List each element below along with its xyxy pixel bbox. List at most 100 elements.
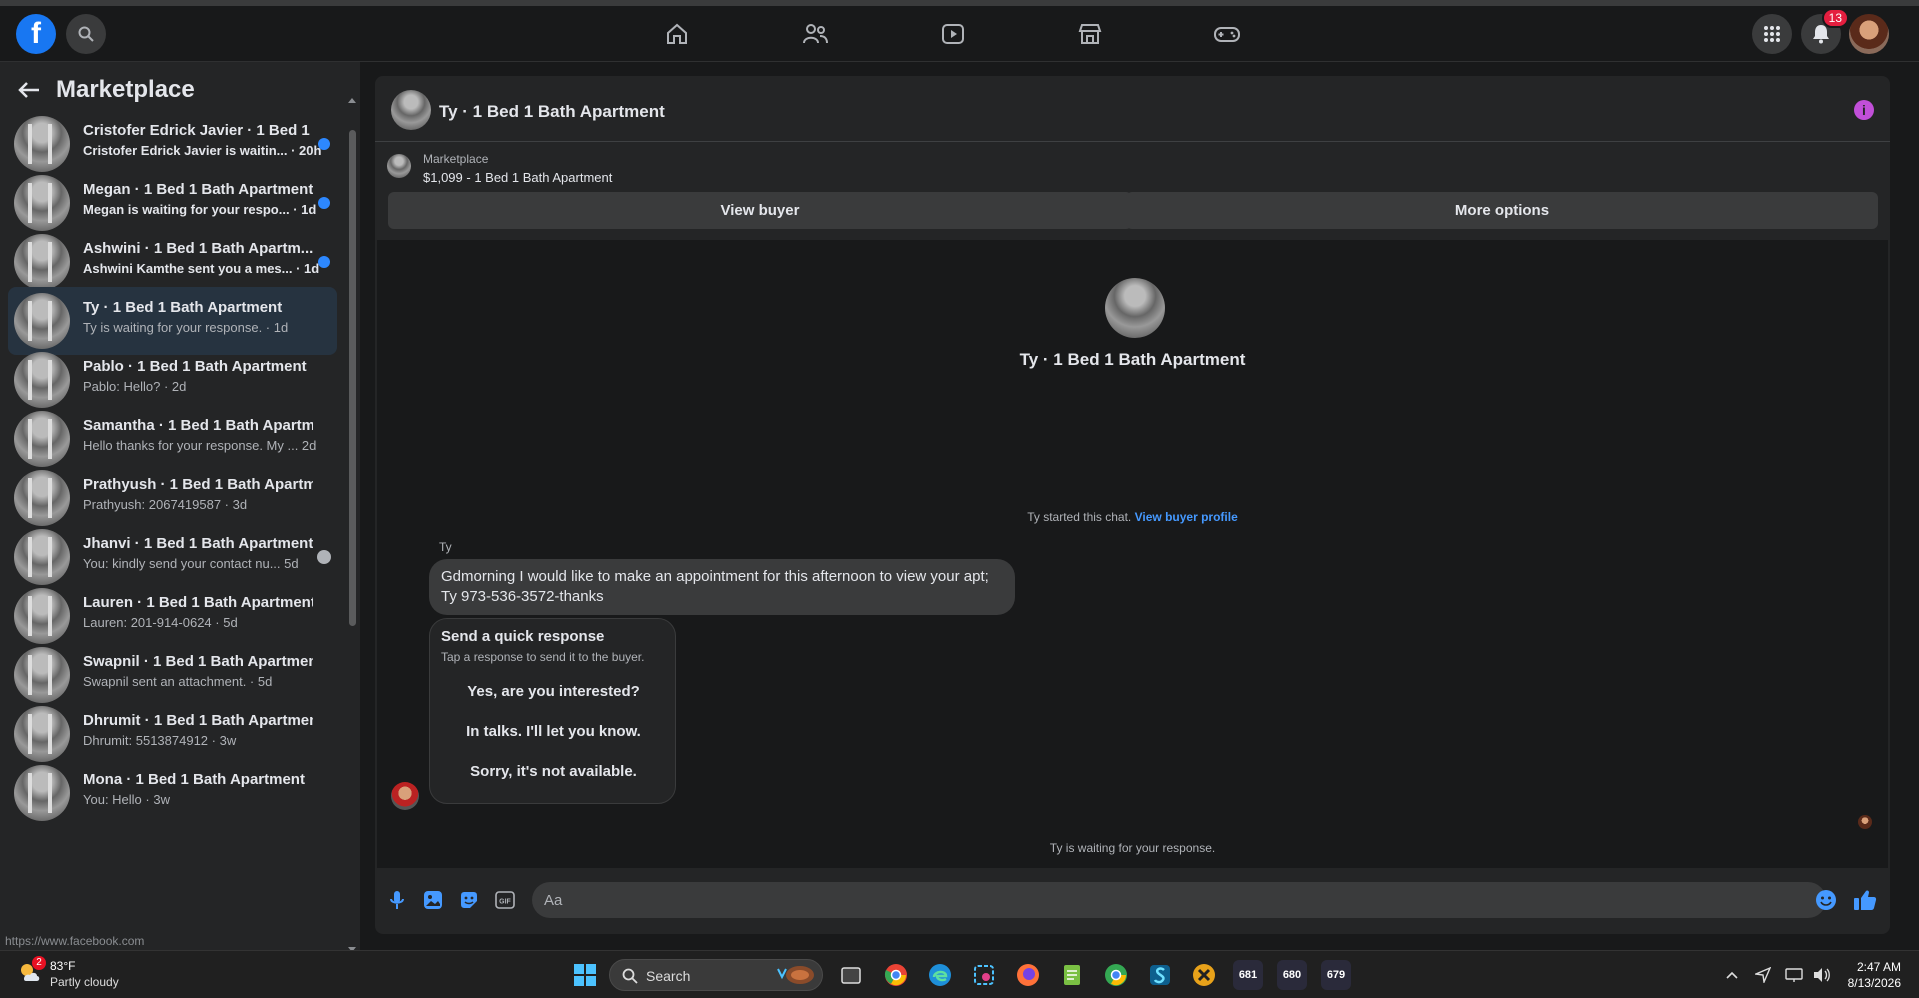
account-avatar[interactable] bbox=[1849, 14, 1889, 54]
conversation-item-active[interactable]: Ty · 1 Bed 1 Bath Apartment Ty is waitin… bbox=[8, 287, 337, 355]
nav-home[interactable] bbox=[622, 10, 732, 58]
listing-thumbnail bbox=[14, 706, 70, 762]
conversation-item[interactable]: Pablo · 1 Bed 1 Bath Apartment Pablo: He… bbox=[8, 346, 337, 414]
quick-response-option[interactable]: Yes, are you interested? bbox=[430, 683, 677, 700]
s-app-icon bbox=[1150, 965, 1170, 985]
home-icon bbox=[667, 23, 687, 44]
taskbar-app-x[interactable] bbox=[1189, 960, 1219, 990]
speaker-icon bbox=[1814, 968, 1830, 982]
taskbar-firefox[interactable] bbox=[1013, 960, 1043, 990]
sticker-icon bbox=[461, 892, 477, 908]
taskbar-notepad[interactable] bbox=[1057, 960, 1087, 990]
sidebar-scroll-thumb[interactable] bbox=[349, 130, 356, 626]
taskbar-task-view[interactable] bbox=[836, 960, 866, 990]
voice-clip-button[interactable] bbox=[385, 888, 409, 912]
sidebar-title: Marketplace bbox=[56, 76, 195, 103]
listing-mini-thumbnail[interactable] bbox=[387, 154, 411, 178]
more-options-button[interactable]: More options bbox=[1126, 192, 1878, 229]
chat-title[interactable]: Ty · 1 Bed 1 Bath Apartment bbox=[439, 102, 665, 122]
waiting-status: Ty is waiting for your response. bbox=[1049, 841, 1216, 855]
conversation-preview: Ashwini Kamthe sent you a mes... · 1d bbox=[83, 261, 320, 276]
gif-button[interactable]: GIF bbox=[493, 888, 517, 912]
chat-panel: Ty · 1 Bed 1 Bath Apartment i Marketplac… bbox=[375, 76, 1890, 934]
quick-response-card: Send a quick response Tap a response to … bbox=[429, 618, 676, 804]
notifications-button[interactable]: 13 bbox=[1801, 8, 1849, 54]
show-hidden-icons[interactable] bbox=[1722, 965, 1742, 985]
conversation-name: Ashwini · 1 Bed 1 Bath Apartm... bbox=[83, 240, 313, 257]
conversation-item[interactable]: Prathyush · 1 Bed 1 Bath Apartm... Prath… bbox=[8, 464, 337, 532]
conversation-item[interactable]: Mona · 1 Bed 1 Bath Apartment You: Hello… bbox=[8, 759, 337, 827]
taskbar-search[interactable]: Search bbox=[609, 959, 823, 991]
friends-icon bbox=[803, 24, 828, 44]
attach-photo-button[interactable] bbox=[421, 888, 445, 912]
taskbar-chrome[interactable] bbox=[881, 960, 911, 990]
app-badge-label: 679 bbox=[1326, 969, 1346, 981]
message-line: Ty 973-536-3572-thanks bbox=[441, 588, 604, 605]
listing-thumbnail bbox=[14, 647, 70, 703]
menu-button[interactable] bbox=[1752, 14, 1792, 54]
message-line: Gdmorning I would like to make an appoin… bbox=[441, 568, 989, 585]
conversation-preview: Lauren: 201-914-0624 · 5d bbox=[83, 615, 238, 630]
quick-response-option[interactable]: In talks. I'll let you know. bbox=[430, 723, 677, 740]
location-tray[interactable] bbox=[1753, 965, 1773, 985]
started-text: Ty started this chat. bbox=[1027, 510, 1132, 524]
volume-tray[interactable] bbox=[1812, 965, 1832, 985]
taskbar-snipping-tool[interactable] bbox=[969, 960, 999, 990]
taskbar-app-679[interactable]: 679 bbox=[1321, 960, 1351, 990]
nav-gaming[interactable] bbox=[1172, 10, 1282, 58]
start-button[interactable] bbox=[570, 960, 600, 990]
svg-text:GIF: GIF bbox=[499, 899, 511, 906]
taskbar-app-680[interactable]: 680 bbox=[1277, 960, 1307, 990]
nav-marketplace[interactable] bbox=[1035, 10, 1145, 58]
scroll-up-arrow-icon[interactable] bbox=[347, 96, 357, 104]
facebook-logo[interactable]: f bbox=[16, 14, 56, 54]
conversation-item[interactable]: Lauren · 1 Bed 1 Bath Apartment Lauren: … bbox=[8, 582, 337, 650]
chat-header: Ty · 1 Bed 1 Bath Apartment i bbox=[375, 76, 1890, 142]
chat-listing-thumbnail[interactable] bbox=[391, 90, 431, 130]
photo-icon bbox=[424, 891, 442, 909]
x-app-icon bbox=[1193, 964, 1215, 986]
info-icon[interactable]: i bbox=[1854, 100, 1874, 120]
conversation-item[interactable]: Samantha · 1 Bed 1 Bath Apartm... Hello … bbox=[8, 405, 337, 473]
unread-dot bbox=[318, 138, 330, 150]
taskbar-search-label: Search bbox=[646, 968, 691, 984]
system-clock[interactable]: 2:47 AM 8/13/2026 bbox=[1848, 959, 1901, 991]
listing-thumbnail bbox=[14, 529, 70, 585]
conversation-item[interactable]: Dhrumit · 1 Bed 1 Bath Apartment Dhrumit… bbox=[8, 700, 337, 768]
grid-menu-icon bbox=[1764, 26, 1780, 42]
unread-dot bbox=[318, 256, 330, 268]
conversation-name: Prathyush · 1 Bed 1 Bath Apartm... bbox=[83, 476, 313, 493]
marketplace-icon bbox=[1078, 24, 1102, 44]
incoming-message-bubble[interactable]: Gdmorning I would like to make an appoin… bbox=[429, 559, 1015, 615]
chevron-up-icon bbox=[1726, 971, 1738, 979]
nav-video[interactable] bbox=[898, 10, 1008, 58]
emoji-button[interactable] bbox=[1814, 888, 1838, 912]
nav-friends[interactable] bbox=[760, 10, 870, 58]
like-button[interactable] bbox=[1853, 888, 1877, 912]
view-buyer-profile-link[interactable]: View buyer profile bbox=[1135, 510, 1238, 524]
taskbar-edge[interactable] bbox=[925, 960, 955, 990]
network-tray[interactable] bbox=[1784, 965, 1804, 985]
view-buyer-button[interactable]: View buyer bbox=[388, 192, 1132, 229]
quick-response-option[interactable]: Sorry, it's not available. bbox=[430, 763, 677, 780]
listing-price-title[interactable]: $1,099 - 1 Bed 1 Bath Apartment bbox=[423, 170, 612, 185]
conversation-item[interactable]: Ashwini · 1 Bed 1 Bath Apartm... Ashwini… bbox=[8, 228, 337, 296]
back-arrow-icon[interactable] bbox=[18, 81, 40, 99]
taskbar-app-s[interactable] bbox=[1145, 960, 1175, 990]
conversation-name: Lauren · 1 Bed 1 Bath Apartment bbox=[83, 594, 313, 611]
taskbar-chrome-profile[interactable] bbox=[1101, 960, 1131, 990]
weather-temperature: 83°F bbox=[50, 959, 76, 973]
conversation-item[interactable]: Megan · 1 Bed 1 Bath Apartment Megan is … bbox=[8, 169, 337, 237]
taskbar-app-681[interactable]: 681 bbox=[1233, 960, 1263, 990]
snipping-tool-icon bbox=[974, 965, 994, 985]
sticker-button[interactable] bbox=[457, 888, 481, 912]
quick-response-subtitle: Tap a response to send it to the buyer. bbox=[441, 650, 645, 664]
message-input[interactable] bbox=[532, 882, 1826, 918]
conversation-item[interactable]: Cristofer Edrick Javier · 1 Bed 1 ... Cr… bbox=[8, 110, 337, 178]
conversation-item[interactable]: Swapnil · 1 Bed 1 Bath Apartment Swapnil… bbox=[8, 641, 337, 709]
conversation-name: Dhrumit · 1 Bed 1 Bath Apartment bbox=[83, 712, 313, 729]
sender-avatar bbox=[391, 782, 419, 810]
listing-thumbnail bbox=[14, 470, 70, 526]
search-button[interactable] bbox=[66, 14, 106, 54]
conversation-item[interactable]: Jhanvi · 1 Bed 1 Bath Apartment You: kin… bbox=[8, 523, 337, 591]
